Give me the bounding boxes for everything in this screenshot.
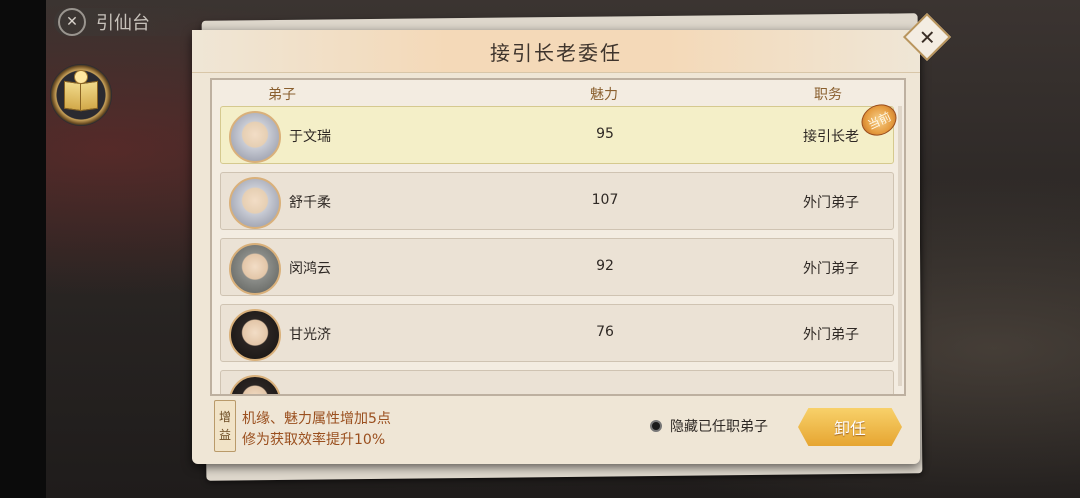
charm-value: 76	[596, 324, 614, 340]
disciple-name: 甘光济	[289, 327, 331, 343]
disciple-name: 闵鸿云	[289, 261, 331, 277]
disciple-name: 于文瑞	[289, 129, 331, 145]
disciple-table: 弟子 魅力 职务 于文瑞 95 接引长老 当前 舒千柔 107 外门弟子 闵鸿云…	[210, 78, 906, 396]
table-row[interactable]: 甘光济 76 外门弟子	[220, 304, 894, 362]
hide-assigned-label: 隐藏已任职弟子	[670, 419, 768, 435]
avatar	[229, 243, 281, 295]
dismiss-label: 卸任	[833, 419, 866, 438]
buff-tag-char: 益	[218, 428, 231, 442]
dialog-title-bar: 接引长老委任	[192, 30, 920, 73]
column-header-role: 职务	[814, 87, 842, 103]
role-label: 外门弟子	[803, 261, 859, 277]
charm-value: 92	[596, 258, 614, 274]
buff-line: 修为获取效率提升10%	[242, 432, 386, 448]
role-label: 外门弟子	[803, 195, 859, 211]
buff-line: 机缘、魅力属性增加5点	[242, 411, 391, 427]
avatar	[229, 375, 281, 394]
role-label: 外门弟子	[803, 327, 859, 343]
dismiss-button[interactable]: 卸任	[798, 408, 902, 446]
table-scrollbar[interactable]	[898, 106, 902, 386]
avatar	[229, 177, 281, 229]
table-row[interactable]: 于文瑞 95 接引长老 当前	[220, 98, 902, 164]
location-header: ✕ 引仙台	[54, 8, 204, 36]
appointment-dialog: 接引长老委任 弟子 魅力 职务 于文瑞 95 接引长老 当前 舒千柔 107 外…	[192, 30, 920, 464]
column-header-disciple: 弟子	[268, 87, 296, 103]
table-row-partial[interactable]	[220, 370, 894, 394]
location-label: 引仙台	[96, 13, 150, 34]
close-icon[interactable]: ✕	[58, 8, 86, 36]
avatar	[229, 111, 281, 163]
hide-assigned-toggle[interactable]: 隐藏已任职弟子	[650, 416, 768, 436]
buff-tag-char: 增	[218, 410, 231, 424]
column-header-charm: 魅力	[590, 87, 618, 103]
buff-tag: 增 益	[214, 400, 236, 452]
book-button[interactable]	[50, 64, 112, 126]
table-row[interactable]: 闵鸿云 92 外门弟子	[220, 238, 894, 296]
left-edge-bar	[0, 0, 46, 498]
table-row[interactable]: 舒千柔 107 外门弟子	[220, 172, 894, 230]
radio-icon[interactable]	[650, 420, 662, 432]
avatar	[229, 309, 281, 361]
charm-value: 107	[591, 192, 619, 208]
close-icon: ✕	[918, 24, 936, 49]
disciple-name: 舒千柔	[289, 195, 331, 211]
charm-value: 95	[596, 126, 614, 142]
book-icon	[64, 70, 98, 108]
dialog-title: 接引长老委任	[490, 40, 622, 65]
